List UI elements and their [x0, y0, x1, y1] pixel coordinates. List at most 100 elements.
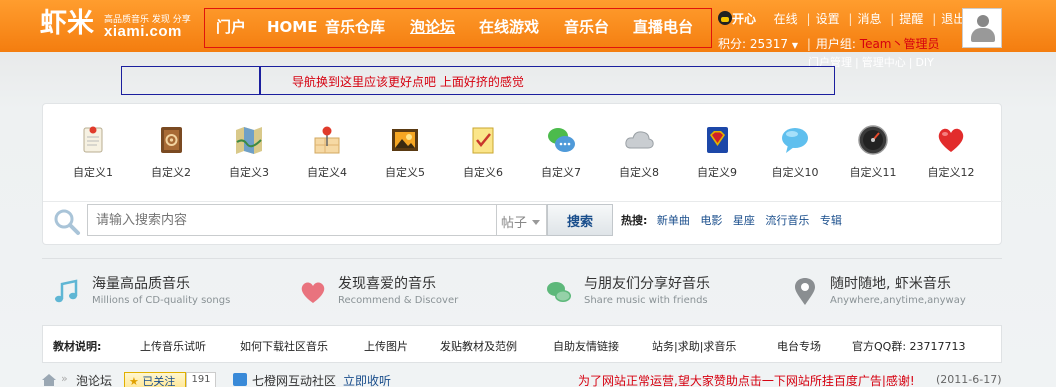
notice-box: 导航换到这里应该更好点吧 上面好挤的感觉: [259, 66, 835, 95]
tutorial-link-upload-image[interactable]: 上传图片: [364, 338, 408, 354]
nav-item-music-station[interactable]: 音乐台: [564, 17, 609, 37]
search-button[interactable]: 搜索: [547, 204, 613, 236]
user-link-reminders[interactable]: 提醒: [899, 12, 923, 26]
hot-search-link[interactable]: 专辑: [820, 214, 842, 227]
icon-label: 自定义2: [151, 166, 191, 179]
hot-search-link[interactable]: 流行音乐: [765, 214, 809, 227]
ad-notice-link[interactable]: 为了网站正常运营,望大家赞助点击一下网站所挂百度广告|感谢!: [578, 372, 915, 387]
picture-icon: [392, 129, 418, 151]
tutorial-link-download-music[interactable]: 如何下载社区音乐: [240, 338, 328, 354]
tutorial-link-help[interactable]: 站务|求助|求音乐: [652, 338, 736, 354]
icon-shortcut-3[interactable]: 自定义3: [213, 124, 285, 184]
tutorial-label: 教材说明:: [53, 340, 102, 353]
top-bar: 虾米 高品质音乐 发现 分享 xiami.com 门户 HOME 音乐仓库 泡论…: [0, 0, 1056, 52]
hot-search-link[interactable]: 新单曲: [657, 214, 690, 227]
home-icon[interactable]: [42, 374, 56, 386]
heart-icon: [301, 282, 325, 303]
score-dropdown[interactable]: 积分: 25317: [718, 37, 788, 51]
icon-label: 自定义12: [927, 166, 975, 179]
icon-label: 自定义8: [619, 166, 659, 179]
superman-book-icon: [707, 127, 728, 153]
main-nav: 门户 HOME 音乐仓库 泡论坛 在线游戏 音乐台 直播电台: [204, 8, 712, 48]
icon-shortcut-7[interactable]: 自定义7: [525, 124, 597, 184]
feature-discover: 发现喜爱的音乐 Recommend & Discover: [298, 273, 528, 313]
nav-item-portal[interactable]: 门户: [216, 17, 246, 37]
follow-count: 191: [186, 372, 216, 387]
gauge-icon: [858, 125, 888, 155]
icon-shortcut-1[interactable]: 自定义1: [57, 124, 129, 184]
user-link-online[interactable]: 在线: [774, 12, 798, 26]
external-site-name[interactable]: 七橙网互动社区: [252, 372, 336, 387]
hot-search-link[interactable]: 星座: [733, 214, 755, 227]
chat-bubbles-icon: [548, 128, 575, 152]
search-type-select[interactable]: 帖子: [496, 204, 547, 236]
notice-text: 导航换到这里应该更好点吧 上面好挤的感觉: [292, 75, 524, 89]
feature-subtitle: Share music with friends: [584, 295, 708, 306]
chat-icon: [547, 282, 571, 302]
tutorial-link-radio[interactable]: 电台专场: [777, 338, 821, 354]
user-link-messages[interactable]: 消息: [857, 12, 881, 26]
speech-bubble-icon: [782, 128, 808, 153]
nav-item-home[interactable]: HOME: [267, 17, 317, 37]
breadcrumb-separator: »: [61, 372, 68, 385]
nav-item-forum[interactable]: 泡论坛: [410, 17, 455, 37]
feature-strip: 海量高品质音乐 Millions of CD-quality songs 发现喜…: [42, 258, 1002, 318]
user-links-row: 开心 在线 | 设置 | 消息 | 提醒 | 退出: [718, 10, 965, 27]
icon-shortcut-10[interactable]: 自定义10: [759, 124, 831, 184]
icon-shortcut-11[interactable]: 自定义11: [837, 124, 909, 184]
nav-item-music-warehouse[interactable]: 音乐仓库: [325, 17, 385, 37]
tutorial-link-posting-guide[interactable]: 发贴教材及范例: [440, 338, 517, 354]
icon-shortcut-5[interactable]: 自定义5: [369, 124, 441, 184]
follow-label: 已关注: [142, 375, 176, 387]
feature-subtitle: Anywhere,anytime,anyway: [830, 295, 966, 306]
icon-shortcut-9[interactable]: 自定义9: [681, 124, 753, 184]
avatar[interactable]: [962, 8, 1002, 48]
cloud-icon: [625, 131, 654, 149]
icon-shortcut-4[interactable]: 自定义4: [291, 124, 363, 184]
admin-link-diy[interactable]: DIY: [915, 56, 933, 69]
user-group-label: 用户组:: [815, 37, 856, 51]
icon-shortcut-12[interactable]: 自定义12: [915, 124, 987, 184]
feature-title: 海量高品质音乐: [92, 276, 190, 292]
feature-title: 随时随地, 虾米音乐: [830, 276, 951, 292]
feature-hq-music: 海量高品质音乐 Millions of CD-quality songs: [52, 273, 282, 313]
map-pin-icon: [314, 126, 340, 154]
icon-label: 自定义9: [697, 166, 737, 179]
user-group-value[interactable]: Team丶管理员: [860, 37, 940, 51]
feature-share: 与朋友们分享好音乐 Share music with friends: [544, 273, 774, 313]
breadcrumb-forum[interactable]: 泡论坛: [76, 372, 112, 387]
feature-anywhere: 随时随地, 虾米音乐 Anywhere,anytime,anyway: [790, 273, 1020, 313]
tutorial-link-upload-music[interactable]: 上传音乐试听: [140, 338, 206, 354]
icon-shortcut-6[interactable]: 自定义6: [447, 124, 519, 184]
icon-label: 自定义5: [385, 166, 425, 179]
chevron-down-icon: [532, 220, 541, 225]
icon-label: 自定义6: [463, 166, 503, 179]
feature-subtitle: Millions of CD-quality songs: [92, 295, 231, 306]
map-icon: [236, 127, 262, 154]
admin-link-control-center[interactable]: 管理中心: [862, 56, 906, 69]
icon-label: 自定义3: [229, 166, 269, 179]
feature-subtitle: Recommend & Discover: [338, 295, 459, 306]
icon-shortcut-8[interactable]: 自定义8: [603, 124, 675, 184]
tutorial-link-friend-links[interactable]: 自助友情链接: [553, 338, 619, 354]
search-input[interactable]: [87, 204, 497, 236]
follow-button[interactable]: ★ 已关注: [124, 372, 186, 387]
breadcrumb-row: » 泡论坛 ★ 已关注 191 七橙网互动社区 立即收听 为了网站正常运营,望大…: [0, 369, 1056, 387]
icon-label: 自定义7: [541, 166, 581, 179]
user-link-settings[interactable]: 设置: [816, 12, 840, 26]
username[interactable]: 开心: [732, 12, 756, 26]
notice-spacer-box: [121, 66, 261, 95]
icon-shortcut-2[interactable]: 自定义2: [135, 124, 207, 184]
ad-notice-date: (2011-6-17): [936, 373, 1002, 386]
logo-domain: xiami.com: [104, 23, 182, 40]
search-icon: [54, 209, 80, 235]
nav-item-online-games[interactable]: 在线游戏: [479, 17, 539, 37]
listen-now-link[interactable]: 立即收听: [343, 372, 391, 387]
nav-item-live-radio[interactable]: 直播电台: [633, 17, 693, 37]
heart-icon: [938, 128, 964, 152]
tutorial-link-qq-group[interactable]: 官方QQ群: 23717713: [852, 338, 966, 354]
star-icon: ★: [129, 375, 139, 387]
icon-label: 自定义1: [73, 166, 113, 179]
hot-search-label: 热搜:: [621, 214, 648, 227]
hot-search-link[interactable]: 电影: [700, 214, 722, 227]
